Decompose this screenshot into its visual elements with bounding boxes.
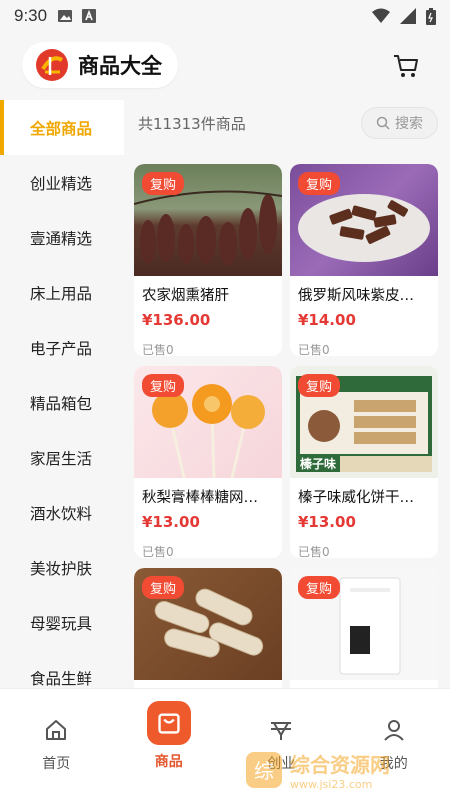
category-label: 家居生活 xyxy=(30,447,92,469)
category-sidebar: 全部商品 创业精选 壹通精选 床上用品 电子产品 精品箱包 家居生活 酒水饮料 … xyxy=(0,100,124,690)
category-label: 创业精选 xyxy=(30,172,92,194)
category-item[interactable]: 酒水饮料 xyxy=(0,485,124,540)
product-sold-count: 已售0 xyxy=(290,329,438,356)
category-label: 全部商品 xyxy=(30,117,92,139)
product-price: ¥14.00 xyxy=(290,305,438,329)
category-item-all[interactable]: 全部商品 xyxy=(0,100,124,155)
active-tab-indicator xyxy=(147,701,191,745)
home-icon xyxy=(43,717,69,743)
watermark-url: www.jsi23.com xyxy=(290,778,390,791)
repurchase-badge: 复购 xyxy=(142,374,184,397)
repurchase-badge: 复购 xyxy=(298,576,340,599)
product-price: ¥13.00 xyxy=(290,507,438,531)
status-bar: 9:30 xyxy=(0,0,450,32)
category-item[interactable]: 家居生活 xyxy=(0,430,124,485)
product-card[interactable]: 复购 秋梨膏棒棒糖网… ¥13.00 已售0 xyxy=(134,366,282,558)
product-panel: 共11313件商品 搜索 复购 农家烟熏猪肝 ¥136.00 已售0 xyxy=(124,100,450,690)
category-item[interactable]: 壹通精选 xyxy=(0,210,124,265)
category-label: 美妆护肤 xyxy=(30,557,92,579)
product-card[interactable]: 复购 xyxy=(134,568,282,690)
page-title: 商品大全 xyxy=(78,50,162,80)
category-label: 食品生鲜 xyxy=(30,667,92,689)
product-sold-count: 已售0 xyxy=(290,531,438,558)
repurchase-badge: 复购 xyxy=(298,374,340,397)
category-item[interactable]: 美妆护肤 xyxy=(0,540,124,595)
bag-icon xyxy=(156,710,182,736)
category-label: 电子产品 xyxy=(30,337,92,359)
product-name: 农家烟熏猪肝 xyxy=(134,276,282,305)
category-item[interactable]: 母婴玩具 xyxy=(0,595,124,650)
svg-text:综: 综 xyxy=(254,759,274,783)
category-item[interactable]: 电子产品 xyxy=(0,320,124,375)
product-image: 复购 xyxy=(134,164,282,276)
category-label: 酒水饮料 xyxy=(30,502,92,524)
startup-icon xyxy=(268,717,294,743)
product-card[interactable]: 复购 榛子味 榛子味威化饼干… ¥13.00 已售0 xyxy=(290,366,438,558)
tab-home[interactable]: 首页 xyxy=(0,689,113,801)
category-label: 母婴玩具 xyxy=(30,612,92,634)
user-icon xyxy=(381,717,407,743)
product-sold-count: 已售0 xyxy=(134,329,282,356)
search-icon xyxy=(376,116,390,130)
product-card[interactable]: 复购 俄罗斯风味紫皮… ¥14.00 已售0 xyxy=(290,164,438,356)
category-item[interactable]: 创业精选 xyxy=(0,155,124,210)
product-image: 复购 榛子味 xyxy=(290,366,438,478)
tab-products[interactable]: 商品 xyxy=(113,689,226,801)
watermark-logo: 综 xyxy=(244,750,284,790)
category-item[interactable]: 精品箱包 xyxy=(0,375,124,430)
product-grid: 复购 农家烟熏猪肝 ¥136.00 已售0 xyxy=(134,164,440,690)
tab-label: 首页 xyxy=(42,753,70,773)
app-logo xyxy=(34,47,70,83)
app-notification-icon xyxy=(81,9,97,23)
product-price: ¥136.00 xyxy=(134,305,282,329)
product-card[interactable]: 复购 xyxy=(290,568,438,690)
repurchase-badge: 复购 xyxy=(298,172,340,195)
product-image: 复购 xyxy=(290,568,438,680)
cart-icon[interactable] xyxy=(392,52,420,80)
signal-icon xyxy=(400,8,416,24)
product-card[interactable]: 复购 农家烟熏猪肝 ¥136.00 已售0 xyxy=(134,164,282,356)
search-box[interactable]: 搜索 xyxy=(361,107,438,139)
product-sold-count: 已售0 xyxy=(134,531,282,558)
category-label: 床上用品 xyxy=(30,282,92,304)
product-image-label: 榛子味 xyxy=(296,455,340,472)
watermark-text: 综合资源网 xyxy=(290,749,390,778)
category-item[interactable]: 床上用品 xyxy=(0,265,124,320)
brand-pill: 商品大全 xyxy=(22,42,178,88)
product-name: 俄罗斯风味紫皮… xyxy=(290,276,438,305)
wifi-icon xyxy=(372,8,390,24)
product-image: 复购 xyxy=(290,164,438,276)
search-placeholder: 搜索 xyxy=(395,113,423,133)
product-image: 复购 xyxy=(134,366,282,478)
repurchase-badge: 复购 xyxy=(142,172,184,195)
tab-label: 商品 xyxy=(155,751,183,771)
product-count: 共11313件商品 xyxy=(138,113,246,134)
page-header: 商品大全 xyxy=(0,32,450,100)
product-name: 榛子味威化饼干… xyxy=(290,478,438,507)
repurchase-badge: 复购 xyxy=(142,576,184,599)
product-name: 秋梨膏棒棒糖网… xyxy=(134,478,282,507)
category-label: 精品箱包 xyxy=(30,392,92,414)
product-toolbar: 共11313件商品 搜索 xyxy=(124,100,450,146)
watermark: 综 综合资源网 www.jsi23.com xyxy=(244,748,444,792)
product-image: 复购 xyxy=(134,568,282,680)
battery-icon xyxy=(426,8,436,25)
status-time: 9:30 xyxy=(14,6,47,26)
image-notification-icon xyxy=(57,9,73,23)
product-price: ¥13.00 xyxy=(134,507,282,531)
category-label: 壹通精选 xyxy=(30,227,92,249)
